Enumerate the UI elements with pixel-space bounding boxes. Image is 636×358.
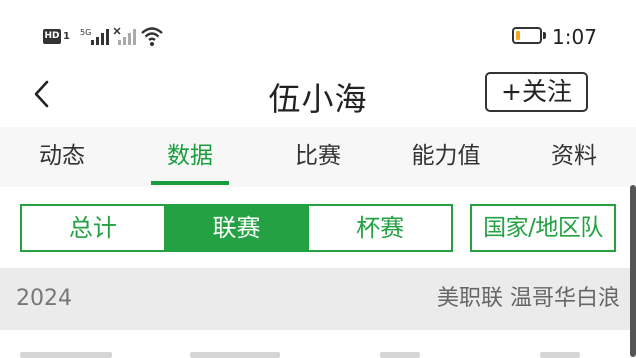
- stats-row-partial: [0, 330, 636, 358]
- tab-active-indicator: [151, 181, 229, 185]
- tab-stats[interactable]: 数据: [150, 127, 230, 187]
- scrollbar[interactable]: [630, 185, 636, 357]
- status-bar: HD 1 5G 1:07: [0, 0, 636, 66]
- battery-icon: [512, 27, 542, 44]
- hd-sub-label: 1: [63, 31, 70, 42]
- tab-bar: 动态 数据 比赛 能力值 资料: [0, 127, 636, 187]
- tab-ratings[interactable]: 能力值: [396, 127, 496, 187]
- signal-icon: 5G: [80, 28, 109, 45]
- status-time: 1:07: [552, 25, 597, 49]
- season-team: 美职联 温哥华白浪: [437, 286, 620, 311]
- partial-cell: [540, 352, 580, 358]
- segment-league[interactable]: 联赛: [163, 206, 308, 250]
- follow-button[interactable]: +关注: [485, 72, 588, 112]
- network-label: 5G: [80, 28, 91, 37]
- partial-cell: [20, 352, 112, 358]
- season-year: 2024: [16, 286, 72, 311]
- competition-segment: 总计 联赛 杯赛: [20, 204, 453, 252]
- season-header[interactable]: 2024 美职联 温哥华白浪: [0, 268, 636, 330]
- partial-cell: [380, 352, 420, 358]
- national-team-button[interactable]: 国家/地区队: [470, 204, 616, 252]
- partial-cell: [190, 352, 280, 358]
- tab-profile[interactable]: 资料: [534, 127, 614, 187]
- battery-level: [516, 31, 520, 40]
- header: 伍小海 +关注: [0, 66, 636, 126]
- tab-news[interactable]: 动态: [22, 127, 102, 187]
- hd-icon: HD: [43, 29, 61, 44]
- tab-matches[interactable]: 比赛: [278, 127, 358, 187]
- signal-icon-secondary: [113, 27, 136, 45]
- segment-cup[interactable]: 杯赛: [307, 206, 451, 250]
- segment-total[interactable]: 总计: [22, 206, 164, 250]
- battery-tip: [543, 32, 546, 39]
- wifi-icon: [141, 27, 163, 46]
